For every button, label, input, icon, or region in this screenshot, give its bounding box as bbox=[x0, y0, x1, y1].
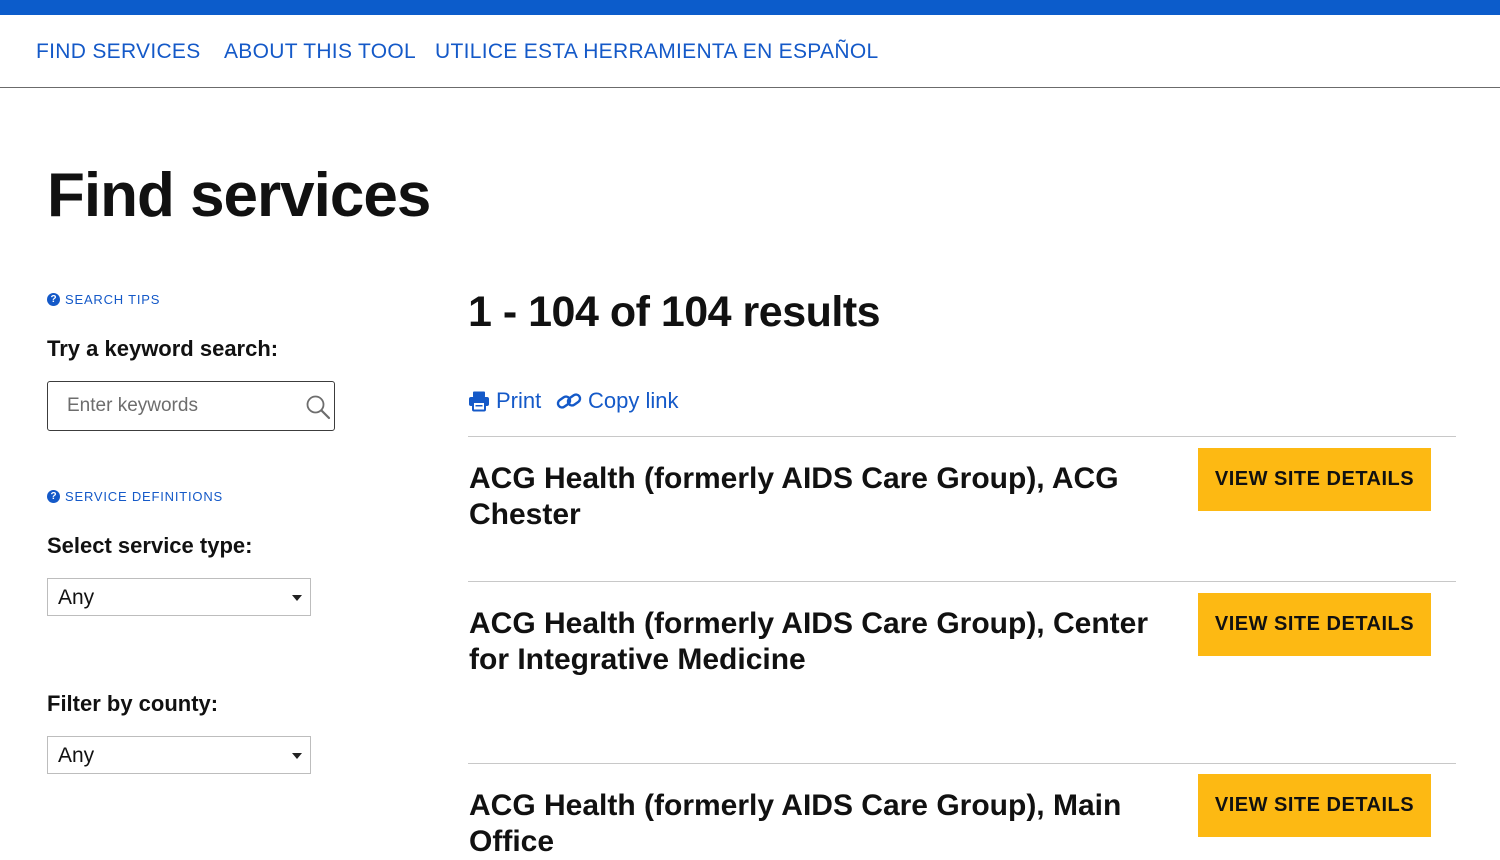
view-site-details-button[interactable]: VIEW SITE DETAILS bbox=[1198, 593, 1431, 656]
search-tips-link[interactable]: ? SEARCH TIPS bbox=[47, 292, 160, 307]
nav-spanish-version[interactable]: UTILICE ESTA HERRAMIENTA EN ESPAÑOL bbox=[435, 40, 878, 64]
service-type-value: Any bbox=[58, 586, 95, 609]
copy-link-button[interactable]: Copy link bbox=[556, 388, 678, 414]
search-tips-label: SEARCH TIPS bbox=[65, 292, 161, 307]
print-button[interactable]: Print bbox=[468, 388, 541, 414]
results-count: 1 - 104 of 104 results bbox=[468, 288, 881, 336]
result-divider bbox=[468, 763, 1456, 764]
service-type-label: Select service type: bbox=[47, 533, 253, 558]
main-nav: FIND SERVICES ABOUT THIS TOOL UTILICE ES… bbox=[0, 15, 1500, 88]
copy-link-label: Copy link bbox=[588, 388, 679, 413]
result-name[interactable]: ACG Health (formerly AIDS Care Group), A… bbox=[469, 461, 1179, 533]
result-name[interactable]: ACG Health (formerly AIDS Care Group), M… bbox=[469, 788, 1179, 860]
county-select[interactable]: Any bbox=[47, 736, 311, 774]
keyword-search-input[interactable] bbox=[67, 394, 297, 418]
result-divider bbox=[468, 581, 1456, 582]
county-value: Any bbox=[58, 744, 95, 767]
view-site-details-button[interactable]: VIEW SITE DETAILS bbox=[1198, 774, 1431, 837]
nav-about-this-tool[interactable]: ABOUT THIS TOOL bbox=[224, 40, 416, 64]
county-filter-label: Filter by county: bbox=[47, 691, 219, 716]
service-definitions-link[interactable]: ? SERVICE DEFINITIONS bbox=[47, 489, 223, 504]
printer-icon bbox=[469, 391, 489, 412]
link-icon bbox=[556, 393, 582, 409]
caret-down-icon bbox=[292, 595, 302, 601]
result-name[interactable]: ACG Health (formerly AIDS Care Group), C… bbox=[469, 606, 1179, 678]
question-circle-icon: ? bbox=[47, 490, 60, 503]
keyword-search-label: Try a keyword search: bbox=[47, 336, 279, 361]
service-definitions-label: SERVICE DEFINITIONS bbox=[65, 489, 223, 504]
keyword-search-box bbox=[47, 381, 335, 431]
search-icon[interactable] bbox=[305, 394, 331, 420]
page-title: Find services bbox=[47, 161, 431, 230]
caret-down-icon bbox=[292, 753, 302, 759]
service-type-select[interactable]: Any bbox=[47, 578, 311, 616]
question-circle-icon: ? bbox=[47, 293, 60, 306]
top-accent-bar bbox=[0, 0, 1500, 15]
nav-find-services[interactable]: FIND SERVICES bbox=[36, 40, 201, 64]
view-site-details-button[interactable]: VIEW SITE DETAILS bbox=[1198, 448, 1431, 511]
result-divider bbox=[468, 436, 1456, 437]
print-label: Print bbox=[496, 388, 542, 413]
